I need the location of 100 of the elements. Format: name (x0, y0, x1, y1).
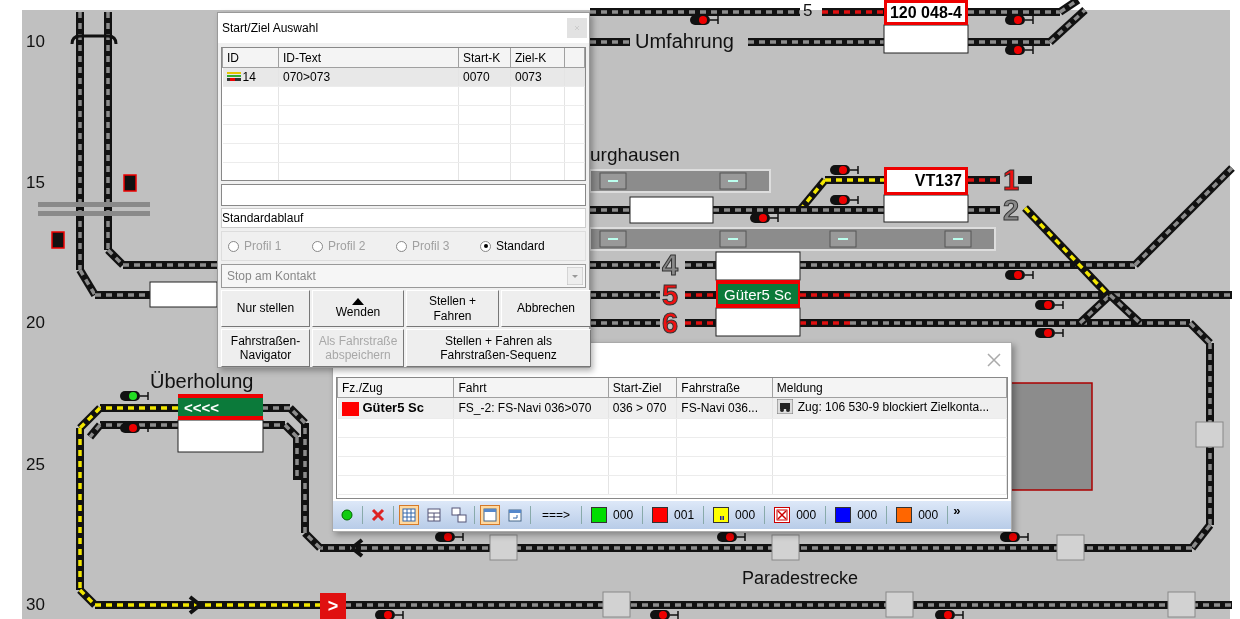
more-button[interactable]: » (953, 503, 961, 518)
signal-icon[interactable] (750, 213, 779, 223)
radio-option[interactable]: Standard (480, 239, 564, 253)
status-counter-icon[interactable] (652, 507, 669, 523)
location-label: Überholung (150, 371, 254, 391)
row-number: 25 (26, 456, 45, 473)
table-cell: Güter5 Sc (362, 400, 424, 416)
counter-value: 000 (613, 508, 634, 522)
track-number: 1 (1003, 166, 1020, 195)
status-counter-icon[interactable] (896, 507, 913, 523)
location-label: urghausen (590, 145, 680, 164)
column-header[interactable]: Fahrstraße (676, 378, 773, 398)
input-field[interactable] (221, 184, 586, 206)
signal-icon[interactable] (1000, 532, 1029, 542)
table-cell: 0073 (515, 70, 542, 84)
signal-icon[interactable] (690, 15, 719, 25)
counter-value: 000 (796, 508, 817, 522)
signal-icon[interactable] (1035, 300, 1064, 310)
row-number: 15 (26, 174, 45, 191)
block-box[interactable] (149, 281, 218, 308)
signal-icon[interactable] (120, 391, 149, 401)
train-block[interactable]: VT137 (884, 167, 968, 195)
track-segment (685, 261, 716, 269)
train-block[interactable]: 120 048-4 (884, 0, 968, 25)
buffer-stop-icon (1018, 176, 1032, 184)
table-cell: FS-Navi 036... (681, 401, 759, 415)
up-triangle-icon (352, 297, 364, 305)
status-counter-icon[interactable] (774, 507, 791, 523)
locomotive-icon (776, 399, 793, 414)
left-arrow-icon (350, 538, 364, 558)
row-number: 20 (26, 314, 45, 331)
column-header[interactable]: Meldung (772, 378, 1007, 398)
location-label: Paradestrecke (742, 569, 859, 587)
crossing-signal-icon[interactable] (123, 174, 137, 192)
row-number: 10 (26, 33, 45, 50)
train-icon (226, 71, 241, 82)
table-cell: 036 > 070 (612, 401, 667, 415)
block-box[interactable] (629, 196, 714, 224)
table-cell: 070>073 (283, 70, 331, 84)
table-cell: 14 (242, 69, 256, 84)
column-header[interactable]: Fahrt (453, 378, 609, 398)
track-number: 6 (662, 309, 679, 338)
dialog-button[interactable]: Fahrstraßen-Navigator (221, 329, 310, 367)
sequence-field[interactable]: Standardablauf (221, 208, 586, 228)
column-header[interactable]: ID-Text (278, 48, 459, 68)
train-block[interactable]: Güter5 Sc (716, 280, 800, 308)
signal-icon[interactable] (375, 610, 404, 619)
signal-icon[interactable] (1005, 270, 1034, 280)
table-row[interactable]: Güter5 Sc FS_-2: FS-Navi 036>070 036 > 070 FS-Navi 036... Zug: 106 530-9 blockiert Zielkonta... (337, 397, 1007, 419)
signal-icon[interactable] (830, 195, 859, 205)
radio-button[interactable] (480, 240, 491, 252)
track-segment (590, 261, 660, 269)
track-segment (590, 38, 630, 46)
signal-icon[interactable] (1005, 15, 1034, 25)
train-block[interactable]: <<<< (178, 394, 263, 420)
signal-icon[interactable] (1005, 45, 1034, 55)
grid-view-icon[interactable] (399, 505, 419, 525)
row-number: 30 (26, 596, 45, 613)
signal-icon[interactable] (830, 165, 859, 175)
status-counter-icon[interactable] (835, 507, 852, 523)
track-number: 5 (662, 281, 679, 310)
table-cell: 0070 (463, 70, 490, 84)
location-label: Umfahrung (635, 31, 734, 51)
dialog-button[interactable]: Stellen + Fahren als Fahrstraßen-Sequenz (406, 329, 591, 367)
counter-value: 000 (857, 508, 878, 522)
track-bracket (70, 34, 118, 45)
signal-icon[interactable] (935, 610, 964, 619)
table-cell: Zug: 106 530-9 blockiert Zielkonta... (797, 399, 990, 414)
signal-icon[interactable] (1035, 328, 1064, 338)
column-header[interactable]: Start-K (458, 48, 511, 68)
status-counter-icon[interactable] (591, 507, 608, 523)
direction-marker[interactable]: > (320, 593, 346, 619)
column-header[interactable]: ID (222, 48, 279, 68)
counter-value: 001 (674, 508, 695, 522)
column-header[interactable]: Fz./Zug (337, 378, 454, 398)
block-box[interactable] (883, 24, 969, 54)
dialog-button[interactable]: Nur stellen (221, 290, 310, 327)
block-box[interactable] (715, 307, 801, 337)
track-segment (590, 291, 660, 299)
block-box[interactable] (177, 419, 264, 453)
dialog-button[interactable]: Abbrechen (501, 290, 591, 327)
block-box[interactable] (715, 251, 801, 281)
signal-icon[interactable] (650, 610, 679, 619)
block-box[interactable] (883, 194, 969, 223)
table-row[interactable]: 14 070>073 0070 0073 (222, 67, 585, 87)
dialog-button[interactable]: Wenden (312, 290, 404, 327)
window-icon[interactable] (480, 505, 500, 525)
column-header[interactable]: Start-Ziel (608, 378, 677, 398)
grid-view-icon[interactable] (424, 505, 444, 525)
signal-icon[interactable] (120, 423, 149, 433)
dialog-button[interactable]: Stellen + Fahren (406, 290, 499, 327)
status-counter-icon[interactable] (713, 507, 730, 523)
counter-value: 000 (918, 508, 939, 522)
column-header[interactable]: Ziel-K (510, 48, 565, 68)
counter-value: 000 (735, 508, 756, 522)
crossing-signal-icon[interactable] (51, 231, 65, 249)
arrow-button[interactable]: ===> (536, 508, 577, 522)
track-segment (685, 291, 716, 299)
dialog-title: Start/Ziel Auswahl (222, 21, 319, 35)
grid-view-icon[interactable] (449, 505, 469, 525)
